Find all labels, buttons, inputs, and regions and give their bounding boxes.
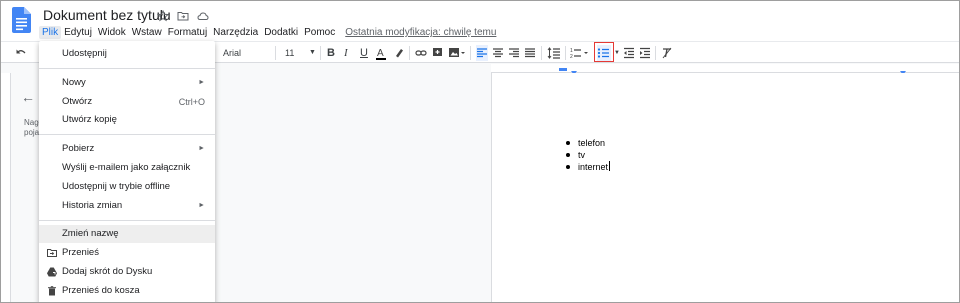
- highlight-pen-icon[interactable]: [394, 45, 404, 61]
- menu-edit[interactable]: Edytuj: [61, 26, 95, 39]
- menu-item-move[interactable]: Przenieś: [39, 244, 215, 262]
- menu-help[interactable]: Pomoc: [301, 26, 338, 39]
- line-spacing-icon[interactable]: [547, 45, 561, 61]
- insert-image-icon[interactable]: [448, 45, 466, 61]
- align-center-icon[interactable]: [492, 45, 504, 61]
- decrease-indent-icon[interactable]: [623, 45, 635, 61]
- list-item-text: internet: [578, 162, 609, 172]
- chevron-down-icon[interactable]: ▼: [309, 45, 316, 61]
- header: Dokument bez tytułu Plik Edytuj Widok Ws…: [1, 1, 959, 41]
- menu-format[interactable]: Formatuj: [165, 26, 210, 39]
- arrow-left-icon[interactable]: ←: [21, 89, 35, 105]
- menu-insert[interactable]: Wstaw: [129, 26, 165, 39]
- docs-logo-icon[interactable]: [12, 7, 31, 33]
- menu-item-label: Utwórz kopię: [62, 114, 117, 125]
- menu-item-add-shortcut[interactable]: Dodaj skrót do Dysku: [39, 263, 215, 281]
- menu-item-new[interactable]: Nowy ►: [39, 74, 215, 92]
- italic-icon[interactable]: I: [344, 45, 348, 61]
- document-page[interactable]: telefon tv internet: [491, 73, 959, 302]
- menu-item-rename[interactable]: Zmień nazwę: [39, 225, 215, 243]
- menu-addons[interactable]: Dodatki: [261, 26, 301, 39]
- drive-shortcut-icon: [47, 267, 57, 277]
- chevron-down-icon[interactable]: ▼: [614, 45, 620, 61]
- menu-item-label: Nowy: [62, 77, 86, 88]
- menu-item-email-attachment[interactable]: Wyślij e-mailem jako załącznik: [39, 159, 215, 177]
- menu-item-download[interactable]: Pobierz ►: [39, 140, 215, 158]
- menu-item-share[interactable]: Udostępnij: [39, 45, 215, 63]
- bold-icon[interactable]: B: [327, 45, 335, 61]
- menu-item-move-to-trash[interactable]: Przenieś do kosza: [39, 282, 215, 300]
- shortcut-label: Ctrl+O: [178, 97, 205, 107]
- align-justify-icon[interactable]: [524, 45, 536, 61]
- list-item[interactable]: internet: [565, 161, 611, 173]
- app-window: Dokument bez tytułu Plik Edytuj Widok Ws…: [0, 0, 960, 303]
- menu-divider: [39, 220, 215, 221]
- clear-formatting-icon[interactable]: [661, 45, 673, 61]
- menu-bar: Plik Edytuj Widok Wstaw Formatuj Narzędz…: [39, 26, 496, 39]
- menu-item-label: Pobierz: [62, 143, 95, 154]
- menu-item-label: Otwórz: [62, 96, 93, 107]
- align-left-icon[interactable]: [476, 45, 488, 61]
- menu-item-make-offline[interactable]: Udostępnij w trybie offline: [39, 178, 215, 196]
- submenu-arrow-icon: ►: [198, 202, 205, 209]
- menu-item-label: Wyślij e-mailem jako załącznik: [62, 162, 191, 173]
- menu-item-label: Przenieś do kosza: [62, 285, 140, 296]
- menu-item-label: Udostępnij w trybie offline: [62, 181, 171, 192]
- menu-item-open[interactable]: Otwórz Ctrl+O: [39, 93, 215, 111]
- bulleted-list[interactable]: telefon tv internet: [565, 137, 611, 173]
- cloud-status-icon[interactable]: [197, 9, 209, 21]
- star-icon[interactable]: [156, 9, 170, 22]
- svg-text:2: 2: [570, 54, 573, 60]
- align-right-icon[interactable]: [508, 45, 520, 61]
- numbered-list-icon[interactable]: 12: [570, 45, 590, 61]
- font-select[interactable]: Arial: [223, 45, 273, 61]
- svg-text:A: A: [377, 48, 384, 59]
- text-cursor: [609, 161, 611, 171]
- menu-divider: [39, 68, 215, 69]
- document-title[interactable]: Dokument bez tytułu: [43, 7, 171, 23]
- link-icon[interactable]: [415, 45, 427, 61]
- vertical-ruler[interactable]: [1, 73, 11, 302]
- menu-tools[interactable]: Narzędzia: [210, 26, 261, 39]
- move-folder-icon: [47, 249, 57, 257]
- submenu-arrow-icon: ►: [198, 79, 205, 86]
- submenu-arrow-icon: ►: [198, 145, 205, 152]
- menu-item-version-history[interactable]: Historia zmian ►: [39, 197, 215, 215]
- menu-item-label: Historia zmian: [62, 200, 123, 211]
- outline-text: poja: [24, 128, 40, 137]
- font-size-select[interactable]: 11: [285, 45, 307, 61]
- comment-add-icon[interactable]: [432, 45, 443, 61]
- bulleted-list-highlight: [594, 42, 614, 62]
- undo-icon[interactable]: [15, 45, 27, 61]
- menu-item-make-copy[interactable]: Utwórz kopię: [39, 111, 215, 129]
- trash-icon: [48, 286, 56, 296]
- file-menu: Udostępnij Nowy ► Otwórz Ctrl+O Utwórz kop…: [39, 41, 215, 302]
- menu-item-label: Udostępnij: [62, 48, 107, 59]
- menu-file[interactable]: Plik: [39, 26, 62, 39]
- increase-indent-icon[interactable]: [639, 45, 651, 61]
- menu-view[interactable]: Widok: [95, 26, 129, 39]
- list-item[interactable]: telefon: [565, 137, 610, 149]
- move-folder-icon[interactable]: [177, 9, 189, 21]
- menu-item-label: Dodaj skrót do Dysku: [62, 266, 153, 277]
- horizontal-ruler[interactable]: [491, 64, 959, 77]
- list-item[interactable]: tv: [565, 149, 610, 161]
- underline-icon[interactable]: U: [360, 45, 368, 61]
- menu-item-label: Przenieś: [62, 247, 99, 258]
- last-edit-link[interactable]: Ostatnia modyfikacja: chwilę temu: [345, 26, 496, 39]
- outline-text: Nagł: [24, 118, 41, 127]
- menu-divider: [39, 134, 215, 135]
- text-color-icon[interactable]: A: [376, 45, 386, 61]
- menu-item-label: Zmień nazwę: [62, 228, 119, 239]
